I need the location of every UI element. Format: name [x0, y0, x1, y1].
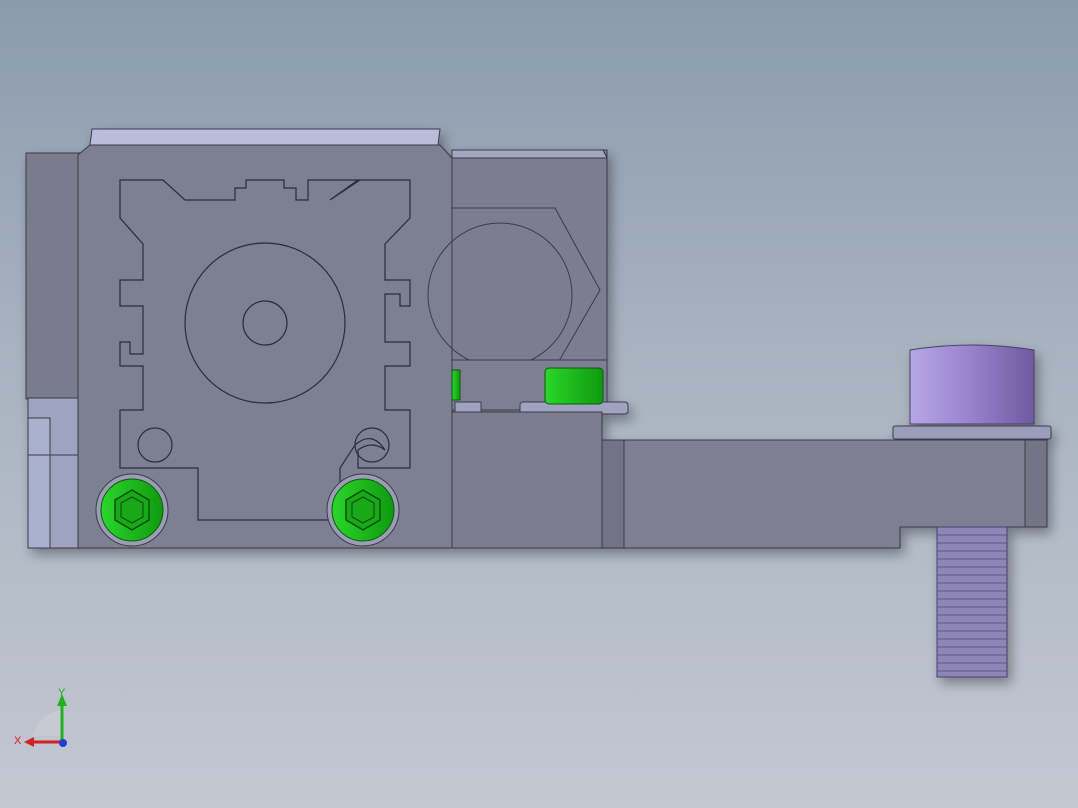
socket-screw-left — [95, 473, 169, 547]
coordinate-triad: Y X — [14, 687, 67, 747]
knob-washer — [892, 425, 1052, 440]
left-back-block — [25, 152, 81, 400]
y-axis-label: Y — [58, 687, 66, 699]
cad-model[interactable] — [0, 0, 1078, 808]
z-axis-dot — [59, 739, 67, 747]
clamp-knob — [909, 344, 1035, 425]
cad-graphics-area[interactable]: Y X — [0, 0, 1078, 808]
socket-screw-right — [326, 473, 400, 547]
mid-block — [451, 149, 608, 369]
x-axis-label: X — [14, 735, 22, 747]
top-plate — [89, 128, 441, 146]
triad-plane — [32, 710, 62, 736]
base-block — [451, 411, 603, 549]
green-screw-head — [544, 367, 604, 405]
